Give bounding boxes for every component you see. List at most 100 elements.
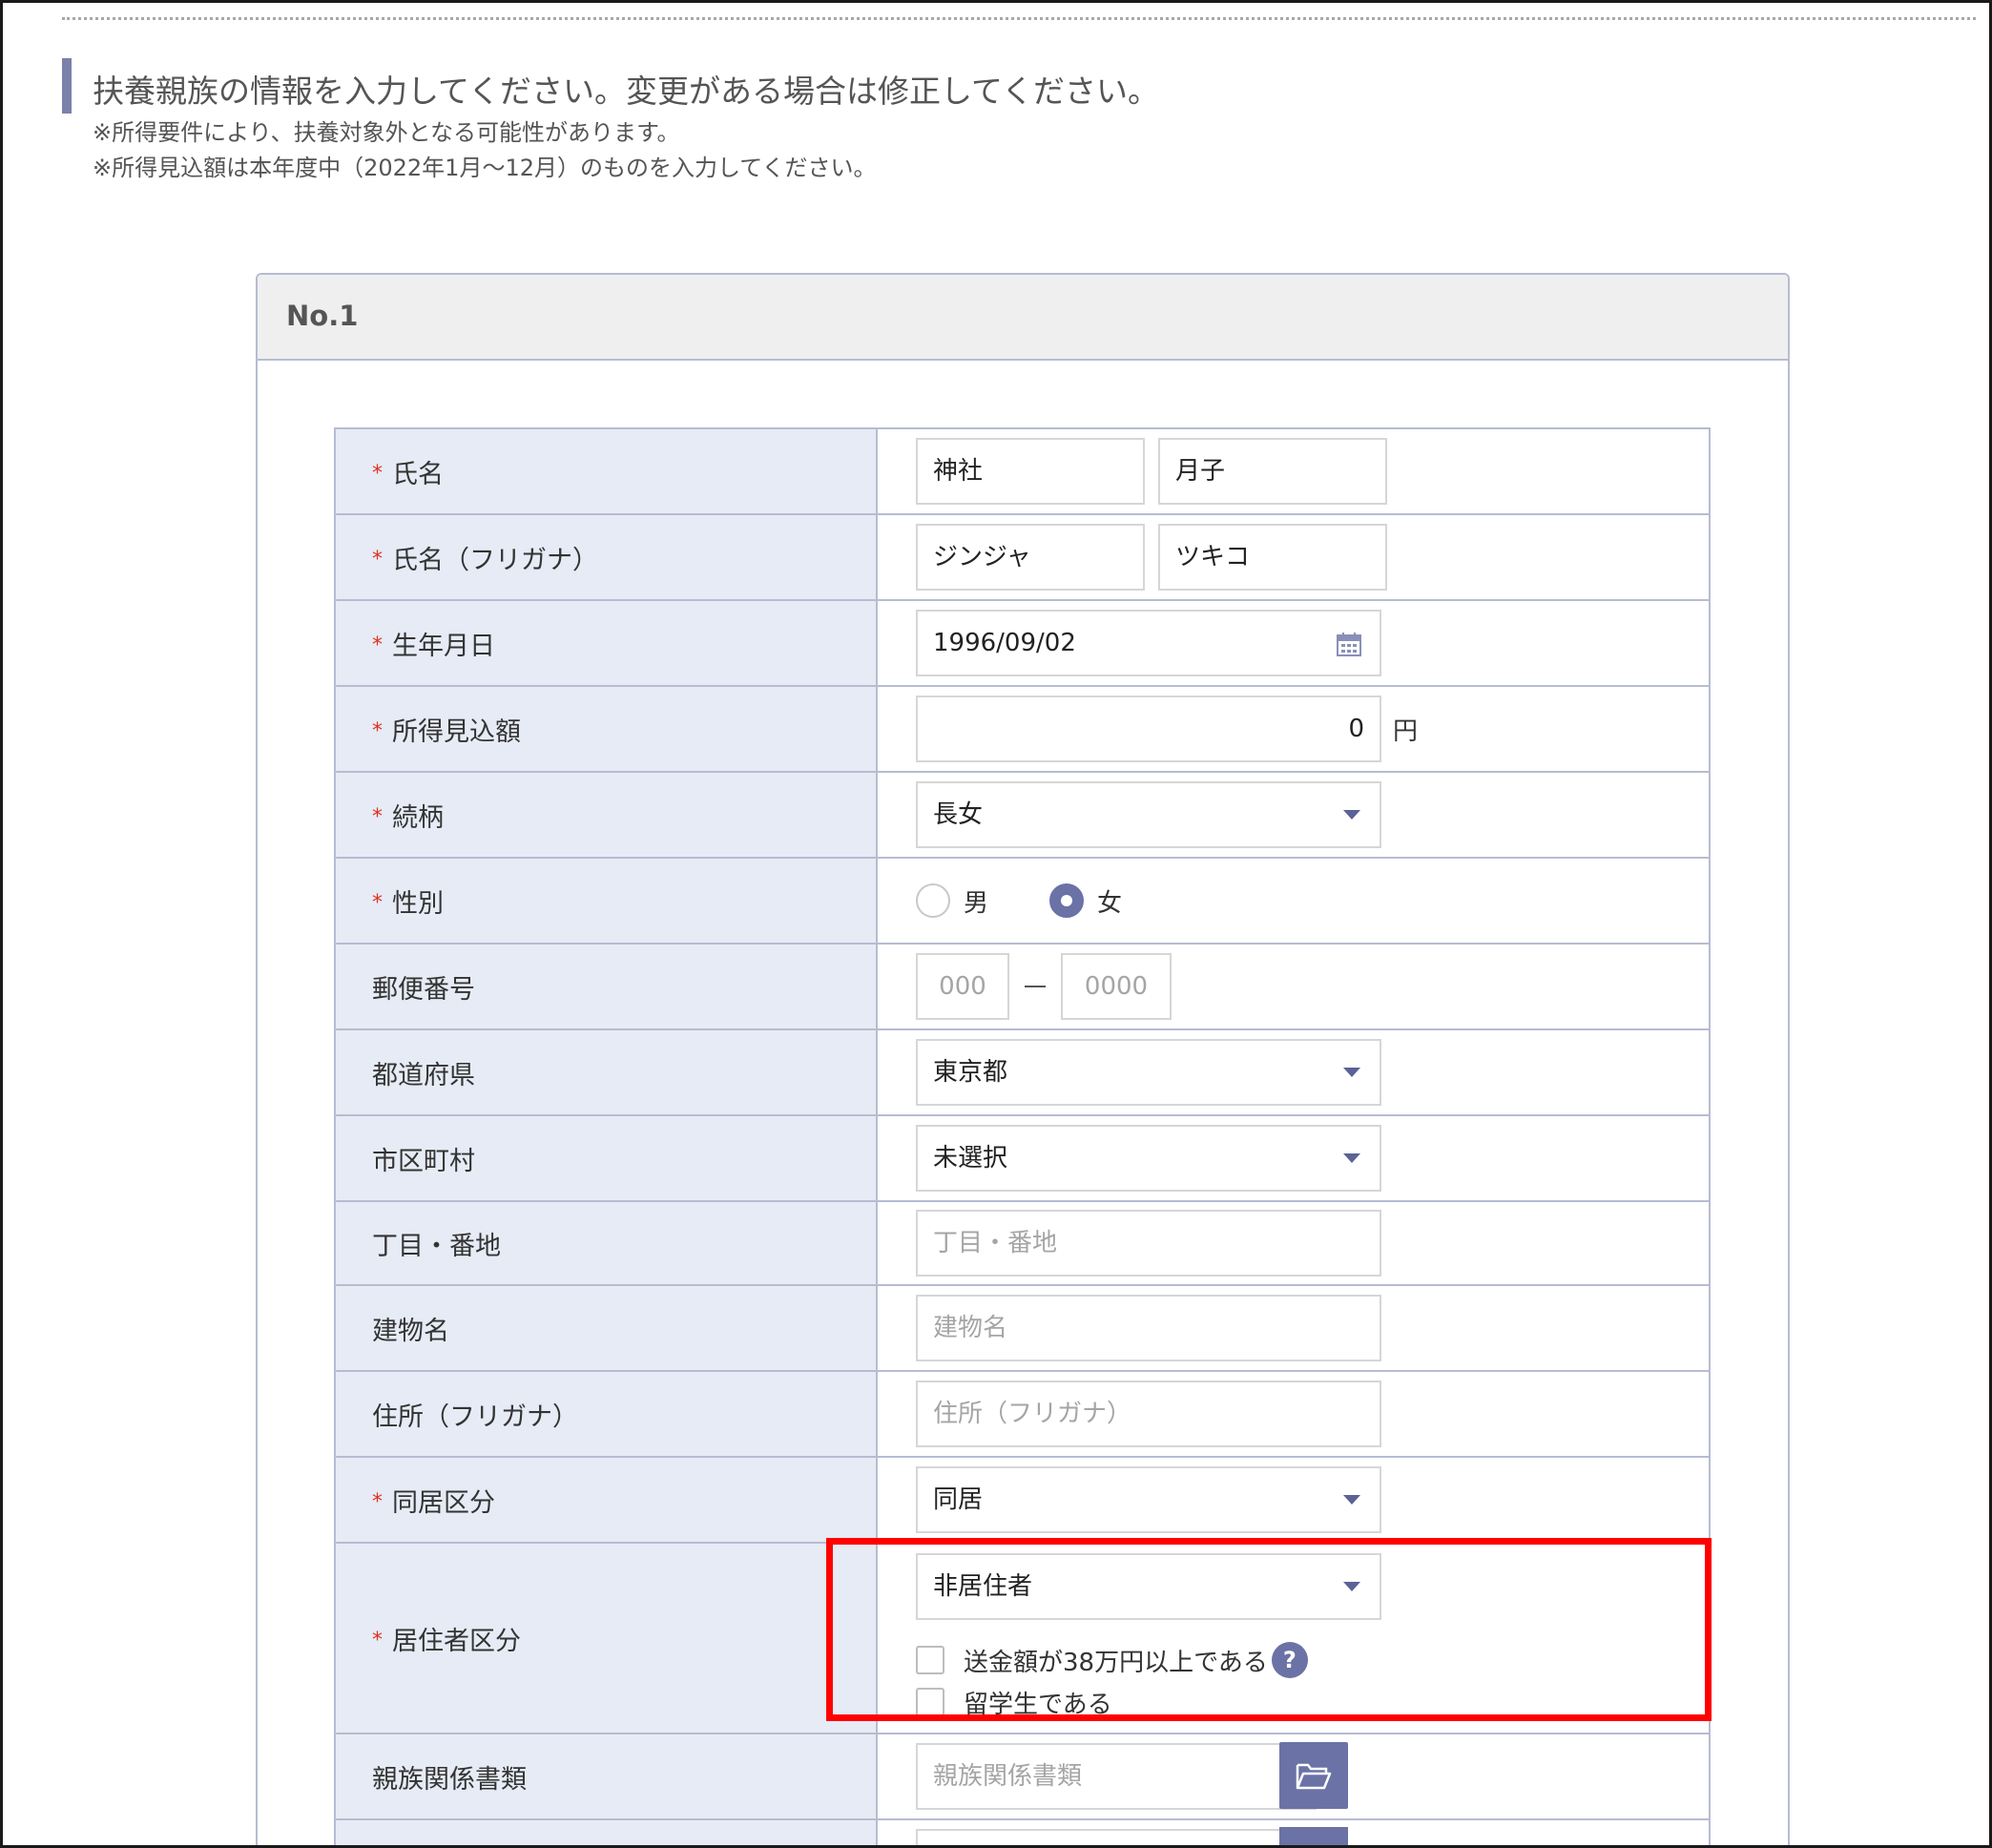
gender-female-label: 女 bbox=[1097, 888, 1123, 918]
panel-header: No.1 bbox=[258, 275, 1788, 361]
relation-doc-input[interactable]: 親族関係書類 bbox=[916, 1743, 1317, 1810]
page-frame: 扶養親族の情報を入力してください。変更がある場合は修正してください。 ※所得要件… bbox=[0, 0, 1992, 1848]
calendar-icon[interactable] bbox=[1336, 631, 1362, 657]
relationship-select[interactable]: 長女 bbox=[916, 781, 1381, 848]
next-document-input[interactable] bbox=[916, 1829, 1317, 1845]
foreign-student-label: 留学生である bbox=[964, 1690, 1112, 1719]
gender-female-radio[interactable] bbox=[1049, 883, 1085, 918]
row-street: 丁目・番地 丁目・番地 bbox=[334, 1200, 1711, 1286]
street-input[interactable]: 丁目・番地 bbox=[916, 1210, 1381, 1277]
label-cell: 市区町村 bbox=[334, 1114, 878, 1202]
cohabitation-select[interactable]: 同居 bbox=[916, 1466, 1381, 1533]
remittance-checkbox[interactable] bbox=[916, 1646, 944, 1674]
dependent-form-table: * 氏名 神社 月子 * 氏名（フリガナ） ジンジャ ツキコ * 生年月日 19… bbox=[334, 427, 1711, 1845]
yen-unit: 円 bbox=[1393, 716, 1419, 746]
value-cell: 0円 bbox=[876, 685, 1711, 773]
label-cell: 建物名 bbox=[334, 1284, 878, 1372]
address-kana-input[interactable]: 住所（フリガナ） bbox=[916, 1381, 1381, 1447]
row-prefecture: 都道府県 東京都 bbox=[334, 1028, 1711, 1116]
value-cell: 丁目・番地 bbox=[876, 1200, 1711, 1286]
label-cell: * 性別 bbox=[334, 857, 878, 945]
required-mark: * bbox=[372, 633, 383, 657]
required-mark: * bbox=[372, 547, 383, 571]
relationship-value: 長女 bbox=[933, 800, 984, 829]
city-label: 市区町村 bbox=[372, 1146, 475, 1176]
required-mark: * bbox=[372, 461, 383, 486]
value-cell: ジンジャ ツキコ bbox=[876, 513, 1711, 601]
row-gender: * 性別 男 女 bbox=[334, 857, 1711, 945]
divider bbox=[62, 17, 1976, 20]
postal-code-second-input[interactable]: 0000 bbox=[1061, 953, 1172, 1020]
birthdate-label: 生年月日 bbox=[392, 631, 495, 661]
row-next-document bbox=[334, 1818, 1711, 1845]
folder-open-button[interactable] bbox=[1279, 1742, 1348, 1809]
label-cell: 親族関係書類 bbox=[334, 1733, 878, 1820]
residency-label: 居住者区分 bbox=[392, 1626, 521, 1656]
residency-value: 非居住者 bbox=[933, 1572, 1033, 1601]
required-mark: * bbox=[372, 890, 383, 915]
value-cell: 長女 bbox=[876, 771, 1711, 859]
gender-label: 性別 bbox=[392, 888, 444, 919]
kana-label: 氏名（フリガナ） bbox=[392, 545, 598, 575]
prefecture-label: 都道府県 bbox=[372, 1060, 475, 1090]
label-cell: * 居住者区分 bbox=[334, 1542, 878, 1734]
gender-male-label: 男 bbox=[964, 888, 989, 918]
label-cell: * 氏名 bbox=[334, 427, 878, 515]
building-input[interactable]: 建物名 bbox=[916, 1295, 1381, 1361]
row-relation-doc: 親族関係書類 親族関係書類 bbox=[334, 1733, 1711, 1820]
dependent-panel: No.1 * 氏名 神社 月子 * 氏名（フリガナ） ジンジャ ツキコ * 生年… bbox=[256, 273, 1790, 1845]
birthdate-input[interactable]: 1996/09/02 bbox=[916, 610, 1381, 676]
gender-male-radio[interactable] bbox=[916, 883, 950, 918]
label-cell: * 氏名（フリガナ） bbox=[334, 513, 878, 601]
instruction-main: 扶養親族の情報を入力してください。変更がある場合は修正してください。 bbox=[93, 73, 1160, 110]
remittance-label: 送金額が38万円以上である bbox=[964, 1648, 1268, 1677]
required-mark: * bbox=[372, 804, 383, 829]
required-mark: * bbox=[372, 1489, 383, 1514]
postal-code-first-input[interactable]: 000 bbox=[916, 953, 1009, 1020]
city-select[interactable]: 未選択 bbox=[916, 1125, 1381, 1192]
prefecture-select[interactable]: 東京都 bbox=[916, 1039, 1381, 1106]
value-cell: 男 女 bbox=[876, 857, 1711, 945]
help-icon[interactable]: ? bbox=[1271, 1642, 1308, 1678]
residency-select[interactable]: 非居住者 bbox=[916, 1553, 1381, 1620]
chevron-down-icon bbox=[1343, 1153, 1360, 1163]
postal-dash bbox=[1025, 986, 1046, 987]
value-cell: 同居 bbox=[876, 1456, 1711, 1544]
label-cell: * 所得見込額 bbox=[334, 685, 878, 773]
first-name-kana-input[interactable]: ツキコ bbox=[1158, 524, 1387, 591]
label-cell: * 同居区分 bbox=[334, 1456, 878, 1544]
notice-accent-bar bbox=[62, 58, 72, 114]
chevron-down-icon bbox=[1343, 810, 1360, 820]
value-cell: 000 0000 bbox=[876, 943, 1711, 1030]
relationship-label: 続柄 bbox=[392, 802, 444, 833]
label-cell: 郵便番号 bbox=[334, 943, 878, 1030]
first-name-input[interactable]: 月子 bbox=[1158, 438, 1387, 505]
value-cell: 東京都 bbox=[876, 1028, 1711, 1116]
row-address-kana: 住所（フリガナ） 住所（フリガナ） bbox=[334, 1370, 1711, 1458]
row-relationship: * 続柄 長女 bbox=[334, 771, 1711, 859]
row-birthdate: * 生年月日 1996/09/02 bbox=[334, 599, 1711, 687]
required-mark: * bbox=[372, 1628, 383, 1652]
last-name-input[interactable]: 神社 bbox=[916, 438, 1145, 505]
label-cell: 都道府県 bbox=[334, 1028, 878, 1116]
row-postal: 郵便番号 000 0000 bbox=[334, 943, 1711, 1030]
building-label: 建物名 bbox=[372, 1316, 449, 1346]
address-kana-label: 住所（フリガナ） bbox=[372, 1402, 578, 1432]
label-cell: 丁目・番地 bbox=[334, 1200, 878, 1286]
city-value: 未選択 bbox=[933, 1144, 1008, 1173]
birthdate-value: 1996/09/02 bbox=[933, 629, 1076, 657]
required-mark: * bbox=[372, 718, 383, 743]
label-cell: * 生年月日 bbox=[334, 599, 878, 687]
foreign-student-checkbox[interactable] bbox=[916, 1688, 944, 1716]
last-name-kana-input[interactable]: ジンジャ bbox=[916, 524, 1145, 591]
folder-open-button-2[interactable] bbox=[1279, 1827, 1348, 1845]
panel-title: No.1 bbox=[286, 300, 359, 332]
value-cell: 住所（フリガナ） bbox=[876, 1370, 1711, 1458]
postal-label: 郵便番号 bbox=[372, 974, 475, 1005]
row-kana: * 氏名（フリガナ） ジンジャ ツキコ bbox=[334, 513, 1711, 601]
row-city: 市区町村 未選択 bbox=[334, 1114, 1711, 1202]
label-cell: * 続柄 bbox=[334, 771, 878, 859]
folder-icon bbox=[1296, 1763, 1332, 1790]
income-input[interactable]: 0 bbox=[916, 696, 1381, 762]
value-cell: 建物名 bbox=[876, 1284, 1711, 1372]
